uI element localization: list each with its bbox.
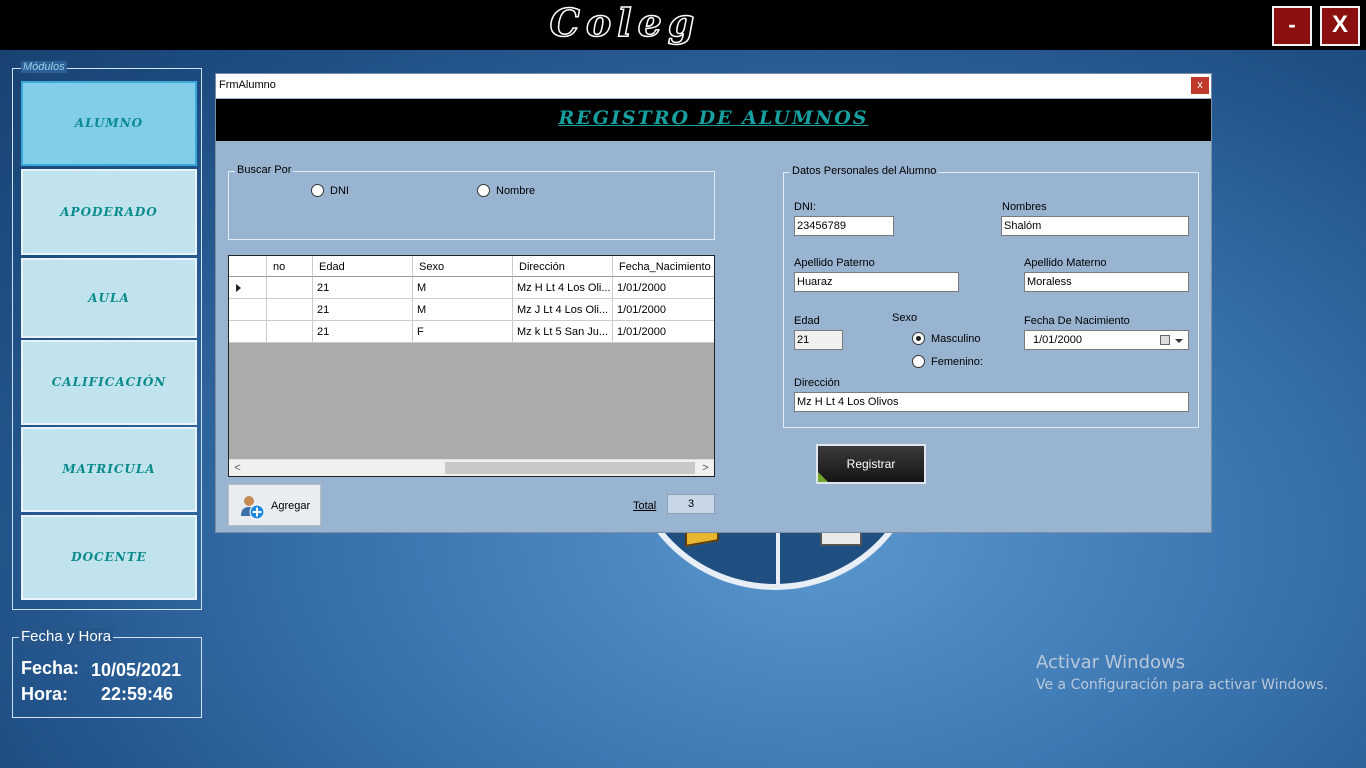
students-grid[interactable]: no Edad Sexo Dirección Fecha_Nacimiento … xyxy=(228,255,715,477)
datetime-legend: Fecha y Hora xyxy=(19,628,114,645)
grid-cell[interactable]: 1/01/2000 xyxy=(613,321,714,343)
module-aula-button[interactable]: AULA xyxy=(21,258,197,338)
grid-row-header[interactable] xyxy=(229,321,267,343)
search-dni-radio[interactable] xyxy=(311,184,324,197)
grid-cell[interactable]: F xyxy=(413,321,513,343)
total-value: 3 xyxy=(667,494,715,514)
fecha-label: Fecha: xyxy=(21,658,80,678)
grid-header-cell[interactable]: Fecha_Nacimiento xyxy=(613,256,714,277)
modules-legend: Módulos xyxy=(21,61,67,73)
scroll-right-icon[interactable]: > xyxy=(697,460,714,476)
grid-header-cell[interactable]: Sexo xyxy=(413,256,513,277)
grid-row-header[interactable] xyxy=(229,277,267,299)
grid-header-cell[interactable]: Dirección xyxy=(513,256,613,277)
grid-header-cell[interactable]: Edad xyxy=(313,256,413,277)
search-group: Buscar Por DNI Nombre xyxy=(228,164,715,240)
direccion-label: Dirección xyxy=(794,377,840,389)
form-close-button[interactable]: x xyxy=(1191,77,1209,94)
scroll-left-icon[interactable]: < xyxy=(229,460,246,476)
grid-horizontal-scrollbar[interactable]: < > xyxy=(229,459,714,476)
edad-field: 21 xyxy=(794,330,843,350)
datetime-panel: Fecha y Hora Fecha: 10/05/2021 Hora: 22:… xyxy=(12,628,202,718)
close-button[interactable]: X xyxy=(1320,6,1360,46)
apellido-materno-label: Apellido Materno xyxy=(1024,257,1107,269)
calendar-icon[interactable] xyxy=(1160,335,1170,345)
app-logo: Coleg xyxy=(549,0,701,45)
module-calificacion-button[interactable]: CALIFICACIÓN xyxy=(21,340,197,425)
form-titlebar: FrmAlumno x xyxy=(216,74,1211,98)
emblem-divider xyxy=(776,530,780,585)
direccion-field[interactable]: Mz H Lt 4 Los Olivos xyxy=(794,392,1189,412)
grid-cell[interactable]: 1/01/2000 xyxy=(613,277,714,299)
agregar-label: Agregar xyxy=(271,500,311,512)
grid-cell[interactable]: Mz J Lt 4 Los Oli... xyxy=(513,299,613,321)
total-label: Total xyxy=(633,500,657,512)
add-user-icon xyxy=(241,496,265,520)
apellido-paterno-label: Apellido Paterno xyxy=(794,257,875,269)
chevron-down-icon[interactable] xyxy=(1175,339,1183,343)
search-nombre-radio[interactable] xyxy=(477,184,490,197)
modules-panel: Módulos ALUMNO APODERADO AULA CALIFICACI… xyxy=(12,61,202,610)
search-dni-label: DNI xyxy=(330,185,349,197)
grid-cell[interactable] xyxy=(267,299,313,321)
module-matricula-button[interactable]: MATRICULA xyxy=(21,427,197,512)
search-nombre-label: Nombre xyxy=(496,185,536,197)
scrollbar-thumb[interactable] xyxy=(445,462,695,474)
hora-label: Hora: xyxy=(21,684,69,704)
top-bar: Coleg - X xyxy=(0,0,1366,50)
grid-cell[interactable] xyxy=(267,277,313,299)
dni-label: DNI: xyxy=(794,201,816,213)
personal-data-group: Datos Personales del Alumno DNI: 2345678… xyxy=(783,165,1199,428)
grid-cell[interactable]: Mz H Lt 4 Los Oli... xyxy=(513,277,613,299)
femenino-radio[interactable] xyxy=(912,355,925,368)
fecha-nacimiento-label: Fecha De Nacimiento xyxy=(1024,315,1130,327)
module-docente-button[interactable]: DOCENTE xyxy=(21,515,197,600)
search-legend: Buscar Por xyxy=(235,164,294,176)
femenino-label: Femenino: xyxy=(931,356,983,368)
grid-cell[interactable]: M xyxy=(413,299,513,321)
grid-cell[interactable]: M xyxy=(413,277,513,299)
dni-field[interactable]: 23456789 xyxy=(794,216,894,236)
fecha-value: 10/05/2021 xyxy=(91,660,182,680)
grid-cell[interactable]: 1/01/2000 xyxy=(613,299,714,321)
hora-value: 22:59:46 xyxy=(101,684,174,704)
current-row-arrow-icon xyxy=(236,284,241,292)
form-header: REGISTRO DE ALUMNOS xyxy=(216,99,1211,141)
frm-alumno-window: FrmAlumno x REGISTRO DE ALUMNOS Buscar P… xyxy=(215,73,1212,533)
form-header-title: REGISTRO DE ALUMNOS xyxy=(558,107,869,129)
sexo-label: Sexo xyxy=(892,312,918,324)
personal-data-legend: Datos Personales del Alumno xyxy=(790,165,939,177)
apellido-paterno-field[interactable]: Huaraz xyxy=(794,272,959,292)
form-title: FrmAlumno xyxy=(219,79,276,91)
fecha-nacimiento-value: 1/01/2000 xyxy=(1033,334,1082,346)
activate-windows-title: Activar Windows xyxy=(1036,652,1186,673)
grid-cell[interactable] xyxy=(267,321,313,343)
grid-row-header[interactable] xyxy=(229,299,267,321)
nombres-label: Nombres xyxy=(1002,201,1047,213)
minimize-button[interactable]: - xyxy=(1272,6,1312,46)
module-apoderado-button[interactable]: APODERADO xyxy=(21,169,197,255)
grid-header-cell[interactable]: no xyxy=(267,256,313,277)
grid-cell[interactable]: 21 xyxy=(313,299,413,321)
grid-cell[interactable]: 21 xyxy=(313,321,413,343)
masculino-radio[interactable] xyxy=(912,332,925,345)
nombres-field[interactable]: Shalóm xyxy=(1001,216,1189,236)
grid-corner xyxy=(229,256,267,277)
edad-label: Edad xyxy=(794,315,820,327)
agregar-button[interactable]: Agregar xyxy=(228,484,321,526)
masculino-label: Masculino xyxy=(931,333,981,345)
module-alumno-button[interactable]: ALUMNO xyxy=(21,81,197,166)
fecha-nacimiento-picker[interactable]: 1/01/2000 xyxy=(1024,330,1189,350)
registrar-button[interactable]: Registrar xyxy=(816,444,926,484)
grid-cell[interactable]: Mz k Lt 5 San Ju... xyxy=(513,321,613,343)
apellido-materno-field[interactable]: Moraless xyxy=(1024,272,1189,292)
activate-windows-subtitle: Ve a Configuración para activar Windows. xyxy=(1036,677,1329,693)
grid-cell[interactable]: 21 xyxy=(313,277,413,299)
